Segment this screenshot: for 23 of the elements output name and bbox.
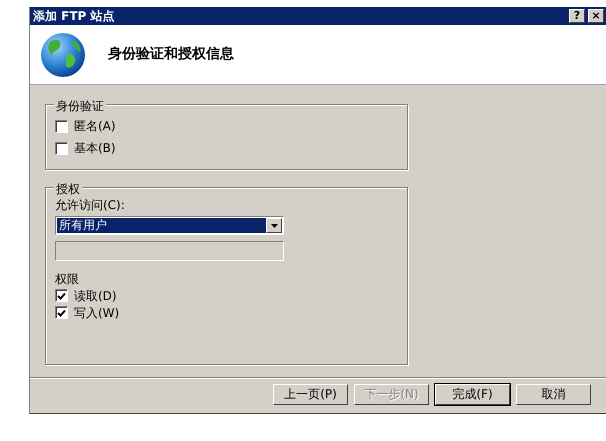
globe-icon	[40, 32, 86, 78]
dropdown-arrow-icon	[270, 224, 278, 228]
checkbox-label: 匿名(A)	[74, 118, 116, 135]
checkbox[interactable]	[55, 142, 68, 154]
checkbox-label: 基本(B)	[74, 140, 116, 157]
close-button[interactable]: ×	[588, 9, 604, 23]
checkbox[interactable]	[55, 120, 68, 132]
field-label: 权限	[55, 271, 80, 287]
dialog-button[interactable]: 取消	[516, 384, 591, 405]
page-heading: 身份验证和授权信息	[108, 45, 234, 64]
dialog-button[interactable]: 完成(F)	[435, 384, 510, 405]
access-dropdown[interactable]: 所有用户	[55, 216, 284, 235]
window-title: 添加 FTP 站点	[33, 8, 115, 25]
checkbox-label: 写入(W)	[74, 304, 120, 322]
input-field[interactable]	[55, 241, 284, 261]
help-button[interactable]: ?	[569, 9, 585, 23]
checkbox[interactable]	[55, 289, 68, 302]
group-label: 身份验证	[54, 97, 106, 115]
checkbox-label: 读取(D)	[74, 288, 117, 304]
field-label: 允许访问(C):	[55, 198, 126, 214]
checkbox[interactable]	[55, 306, 68, 319]
dialog-button[interactable]: 上一页(P)	[273, 384, 348, 405]
group-label: 授权	[54, 180, 82, 198]
